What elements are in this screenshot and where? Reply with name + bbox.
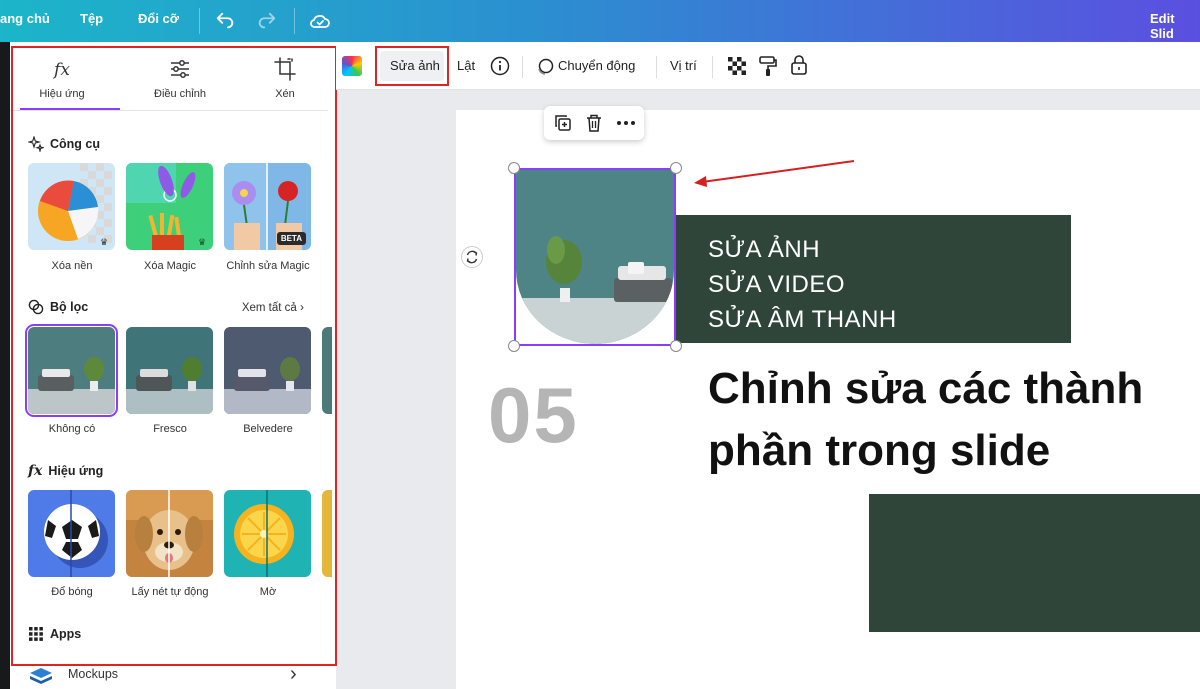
resize-handle[interactable]	[670, 162, 682, 174]
box-text-line[interactable]: SỬA VIDEO	[708, 271, 845, 299]
position-button[interactable]: Vị trí	[670, 58, 697, 73]
resize-handle[interactable]	[670, 340, 682, 352]
rotate-handle[interactable]	[461, 246, 483, 268]
lock-icon[interactable]	[790, 54, 808, 76]
thumb-caption: Belvedere	[243, 423, 293, 435]
filters-section-title: Bộ lọc	[28, 299, 88, 315]
toolbar-divider	[656, 56, 657, 78]
animate-icon	[538, 58, 554, 75]
tab-label: Điều chỉnh	[154, 88, 206, 100]
animate-button[interactable]: Chuyển động	[558, 58, 635, 73]
resize-button[interactable]: Đổi cỡ	[138, 11, 179, 26]
effect-more-thumb[interactable]	[322, 490, 332, 577]
sliders-icon	[130, 56, 230, 84]
svg-text:♛: ♛	[100, 238, 108, 248]
tab-effects[interactable]: fx Hiệu ứng	[12, 56, 112, 100]
thumb-caption: Lấy nét tự động	[131, 586, 209, 598]
transparency-icon[interactable]	[728, 57, 746, 75]
context-toolbar: Sửa ảnh Lật Chuyển động Vị trí	[336, 42, 1200, 90]
thumb-caption: Mờ	[259, 586, 277, 598]
rotate-icon	[466, 250, 478, 264]
tab-label: Hiệu ứng	[39, 88, 85, 100]
app-item-mockups[interactable]: Mockups ›	[10, 662, 328, 689]
resize-handle[interactable]	[508, 162, 520, 174]
toolbar-divider	[712, 56, 713, 78]
cloud-saved-icon[interactable]	[308, 9, 332, 33]
magic-edit-thumb[interactable]: BETA	[224, 163, 311, 250]
resize-handle[interactable]	[508, 340, 520, 352]
thumb-caption: Xóa Magic	[144, 260, 196, 272]
element-floating-menu	[544, 106, 644, 140]
selected-photo[interactable]	[514, 168, 676, 346]
tab-adjust[interactable]: Điều chỉnh	[130, 56, 230, 100]
filter-more-thumb[interactable]	[322, 327, 332, 414]
more-options-icon[interactable]	[616, 120, 636, 126]
slide-heading[interactable]: Chỉnh sửa các thành phần trong slide	[708, 358, 1143, 482]
slide-number[interactable]: 05	[488, 370, 579, 461]
filter-belvedere-thumb[interactable]	[224, 327, 311, 414]
beta-badge: BETA	[276, 232, 306, 245]
duplicate-icon[interactable]	[554, 114, 572, 132]
home-link[interactable]: ang chủ	[0, 11, 50, 26]
apps-section-title: Apps	[28, 626, 81, 642]
effect-autofocus-thumb[interactable]	[126, 490, 213, 577]
bg-remover-thumb[interactable]: ♛	[28, 163, 115, 250]
document-title[interactable]: Edit Slid	[1150, 11, 1200, 41]
edit-photo-highlight-box	[375, 46, 449, 86]
crop-icon	[235, 56, 335, 84]
fx-icon: fx	[54, 60, 70, 80]
chevron-right-icon: ›	[300, 300, 304, 314]
fx-icon: fx	[28, 463, 43, 479]
box-text-line[interactable]: SỬA ÂM THANH	[708, 306, 897, 334]
topbar-divider	[294, 8, 295, 34]
box-text-line[interactable]: SỬA ẢNH	[708, 236, 820, 264]
flip-button[interactable]: Lật	[457, 58, 475, 73]
room-photo	[516, 170, 674, 344]
toolbar-divider	[522, 56, 523, 78]
tab-label: Xén	[275, 88, 295, 100]
decorative-block[interactable]	[869, 494, 1200, 632]
magic-eraser-thumb[interactable]: ♛	[126, 163, 213, 250]
sparkle-icon	[28, 136, 44, 152]
color-swatch-button[interactable]	[342, 56, 362, 76]
see-all-filters-link[interactable]: Xem tất cả ›	[242, 300, 304, 314]
undo-icon[interactable]	[214, 10, 236, 32]
edit-photo-panel: fx Hiệu ứng Điều chỉnh Xén Công cụ ♛ Xóa	[10, 42, 336, 689]
tools-section-title: Công cụ	[28, 136, 100, 152]
svg-text:♛: ♛	[198, 238, 206, 248]
effect-blur-thumb[interactable]	[224, 490, 311, 577]
thumb-caption: Xóa nền	[51, 260, 93, 272]
thumb-caption: Không có	[48, 423, 96, 435]
tabs-divider	[10, 110, 328, 111]
topbar-divider	[199, 8, 200, 34]
filter-none-thumb[interactable]	[25, 324, 118, 417]
chevron-right-icon: ›	[290, 663, 297, 685]
apps-grid-icon	[29, 627, 43, 641]
filter-fresco-thumb[interactable]	[126, 327, 213, 414]
file-menu[interactable]: Tệp	[80, 11, 103, 26]
mockups-icon	[30, 668, 52, 684]
filter-icon	[28, 299, 44, 315]
info-icon[interactable]	[490, 56, 510, 76]
tab-crop[interactable]: Xén	[235, 56, 335, 100]
redo-icon[interactable]	[256, 10, 278, 32]
side-rail	[0, 42, 10, 689]
thumb-caption: Đổ bóng	[51, 586, 93, 598]
red-arrow-annotation	[694, 160, 855, 187]
paint-roller-icon[interactable]	[758, 55, 778, 77]
effect-shadow-thumb[interactable]	[28, 490, 115, 577]
thumb-caption: Fresco	[153, 423, 187, 435]
trash-icon[interactable]	[585, 113, 603, 133]
top-bar: ang chủ Tệp Đổi cỡ Edit Slid	[0, 0, 1200, 42]
thumb-caption: Chỉnh sửa Magic	[226, 260, 310, 272]
effects-section-title: fx Hiệu ứng	[28, 463, 104, 479]
